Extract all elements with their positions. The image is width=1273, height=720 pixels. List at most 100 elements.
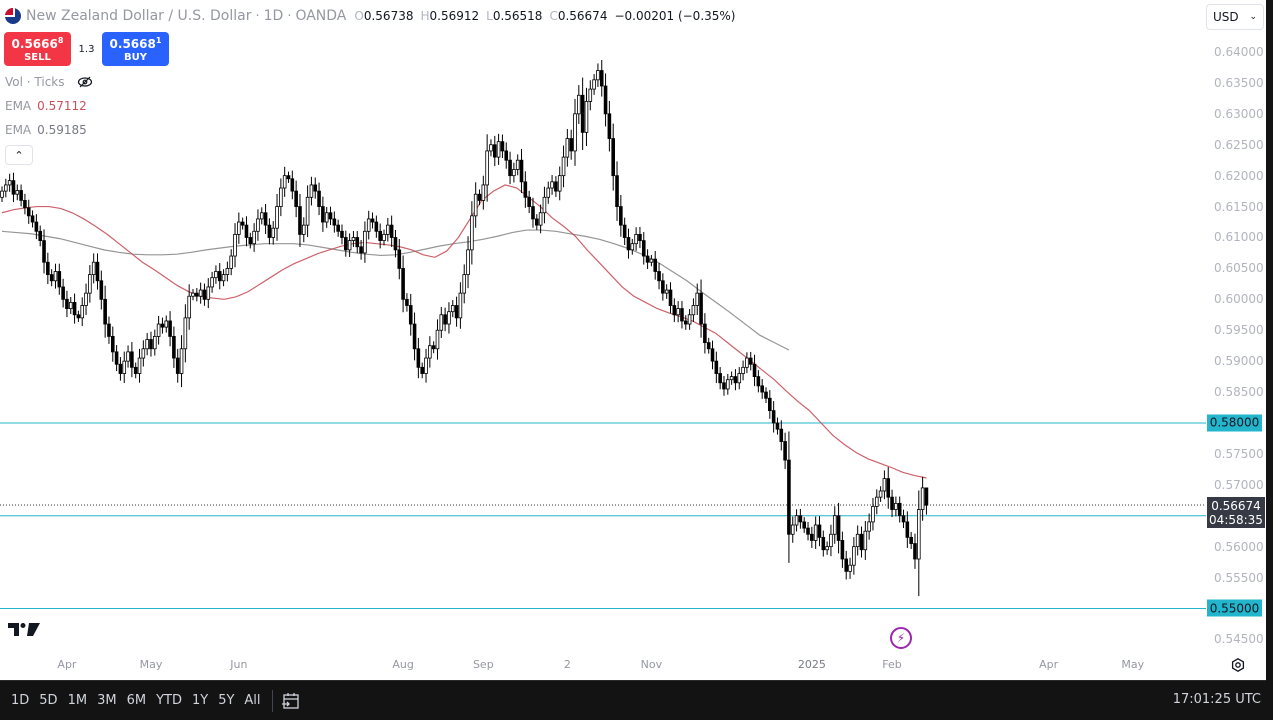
- exchange-label: OANDA: [295, 8, 347, 24]
- candle-down: [523, 181, 528, 198]
- candle-down: [626, 237, 631, 251]
- candle-up: [538, 212, 543, 226]
- candle-down: [748, 357, 753, 365]
- sell-label: SELL: [24, 51, 51, 63]
- candle-down: [531, 206, 535, 220]
- tradingview-logo-icon[interactable]: [8, 621, 40, 637]
- candle-down: [710, 348, 715, 362]
- candle-up: [301, 224, 306, 235]
- price-tick-label: 0.60000: [1214, 292, 1264, 307]
- candle-down: [443, 314, 447, 325]
- price-tick-label: 0.61000: [1214, 230, 1264, 245]
- candle-down: [909, 536, 913, 544]
- candle-up: [179, 348, 184, 374]
- candle-down: [30, 215, 35, 223]
- candle-down: [217, 271, 222, 282]
- candle-up: [550, 181, 554, 189]
- candle-down: [454, 305, 459, 319]
- candle-down: [202, 289, 207, 300]
- ema-slow-legend[interactable]: EMA 0.59185: [5, 121, 87, 139]
- candle-down: [638, 233, 642, 241]
- symbol-title[interactable]: New Zealand Dollar / U.S. Dollar: [26, 8, 251, 24]
- candle-down: [401, 268, 405, 300]
- candle-up: [237, 221, 241, 235]
- candle-down: [641, 240, 646, 257]
- candle-down: [607, 113, 612, 139]
- range-button-6m[interactable]: 6M: [122, 693, 152, 708]
- candle-up: [324, 212, 329, 223]
- bottom-toolbar: 1D 5D 1M 3M 6M YTD 1Y 5Y All 17:01:25 UTC: [0, 680, 1273, 720]
- buy-button[interactable]: 0.56681 BUY: [102, 32, 169, 66]
- range-button-1d[interactable]: 1D: [6, 693, 34, 708]
- price-chart[interactable]: [0, 0, 1206, 650]
- range-button-1m[interactable]: 1M: [63, 693, 93, 708]
- candle-up: [729, 376, 734, 381]
- candle-up: [145, 339, 149, 350]
- candle-down: [263, 212, 268, 226]
- candle-up: [874, 496, 879, 507]
- candle-up: [741, 366, 745, 374]
- sell-button[interactable]: 0.56668 SELL: [4, 32, 71, 66]
- chevron-up-icon: ⌃: [14, 148, 24, 162]
- candle-up: [481, 184, 486, 201]
- candle-up: [206, 286, 211, 300]
- range-button-5d[interactable]: 5D: [34, 693, 62, 708]
- eye-off-icon[interactable]: [77, 76, 93, 88]
- utc-clock[interactable]: 17:01:25 UTC: [1173, 692, 1261, 707]
- go-to-date-icon[interactable]: [281, 691, 301, 711]
- candle-down: [389, 224, 394, 238]
- legend-separator: ·: [287, 8, 292, 24]
- sell-price-main: 0.5666: [11, 36, 58, 51]
- price-tick-label: 0.60500: [1214, 261, 1264, 276]
- time-tick-label: 2025: [797, 658, 826, 671]
- candle-down: [57, 271, 62, 288]
- candle-down: [195, 292, 199, 297]
- range-button-ytd[interactable]: YTD: [151, 693, 187, 708]
- volume-indicator-legend[interactable]: Vol · Ticks: [5, 73, 93, 91]
- candle-up: [4, 184, 8, 192]
- price-tick-label: 0.55500: [1214, 570, 1264, 585]
- candle-up: [7, 180, 12, 186]
- candle-down: [924, 487, 929, 506]
- candle-up: [305, 196, 310, 226]
- toolbar-divider: [271, 689, 273, 712]
- candle-up: [450, 305, 455, 313]
- range-button-3m[interactable]: 3M: [92, 693, 122, 708]
- candle-down: [110, 336, 115, 353]
- range-button-all[interactable]: All: [239, 693, 265, 708]
- interval-label[interactable]: 1D: [264, 8, 284, 24]
- candle-down: [23, 199, 27, 209]
- candle-down: [901, 515, 906, 523]
- level-price-badge: 0.55000: [1207, 599, 1262, 617]
- collapse-legend-button[interactable]: ⌃: [5, 145, 33, 165]
- candle-down: [504, 150, 509, 161]
- candle-up: [726, 379, 730, 390]
- range-button-5y[interactable]: 5Y: [213, 693, 239, 708]
- ema-fast-legend[interactable]: EMA 0.57112: [5, 97, 87, 115]
- range-button-1y[interactable]: 1Y: [187, 693, 213, 708]
- change-value: −0.00201 (−0.35%): [614, 9, 736, 23]
- close-key: C: [549, 9, 558, 23]
- time-axis[interactable]: Apr May Jun Aug Sep 2 Nov 2025 Feb Apr May: [0, 650, 1206, 680]
- candle-up: [122, 360, 127, 374]
- candle-up: [382, 233, 386, 241]
- chevron-down-icon: ⌄: [1249, 12, 1257, 22]
- settings-gear-icon[interactable]: [1231, 658, 1245, 672]
- low-value: 0.56518: [492, 9, 543, 23]
- ema-fast-label: EMA: [5, 99, 32, 113]
- time-tick-label: Aug: [392, 658, 414, 671]
- candle-down: [810, 533, 814, 541]
- candle-down: [500, 141, 505, 152]
- buy-price-main: 0.5668: [109, 36, 156, 51]
- candle-down: [408, 305, 413, 325]
- candle-down: [240, 221, 245, 226]
- price-tick-label: 0.58500: [1214, 385, 1264, 400]
- lightning-event-icon[interactable]: ⚡︎: [890, 627, 912, 649]
- candle-down: [328, 212, 333, 220]
- price-tick-label: 0.62500: [1214, 137, 1264, 152]
- candle-up: [790, 524, 795, 535]
- candle-down: [806, 527, 810, 535]
- candle-up: [573, 113, 577, 152]
- currency-select[interactable]: USD ⌄: [1206, 4, 1264, 30]
- chart-pane[interactable]: New Zealand Dollar / U.S. Dollar · 1D · …: [0, 0, 1206, 650]
